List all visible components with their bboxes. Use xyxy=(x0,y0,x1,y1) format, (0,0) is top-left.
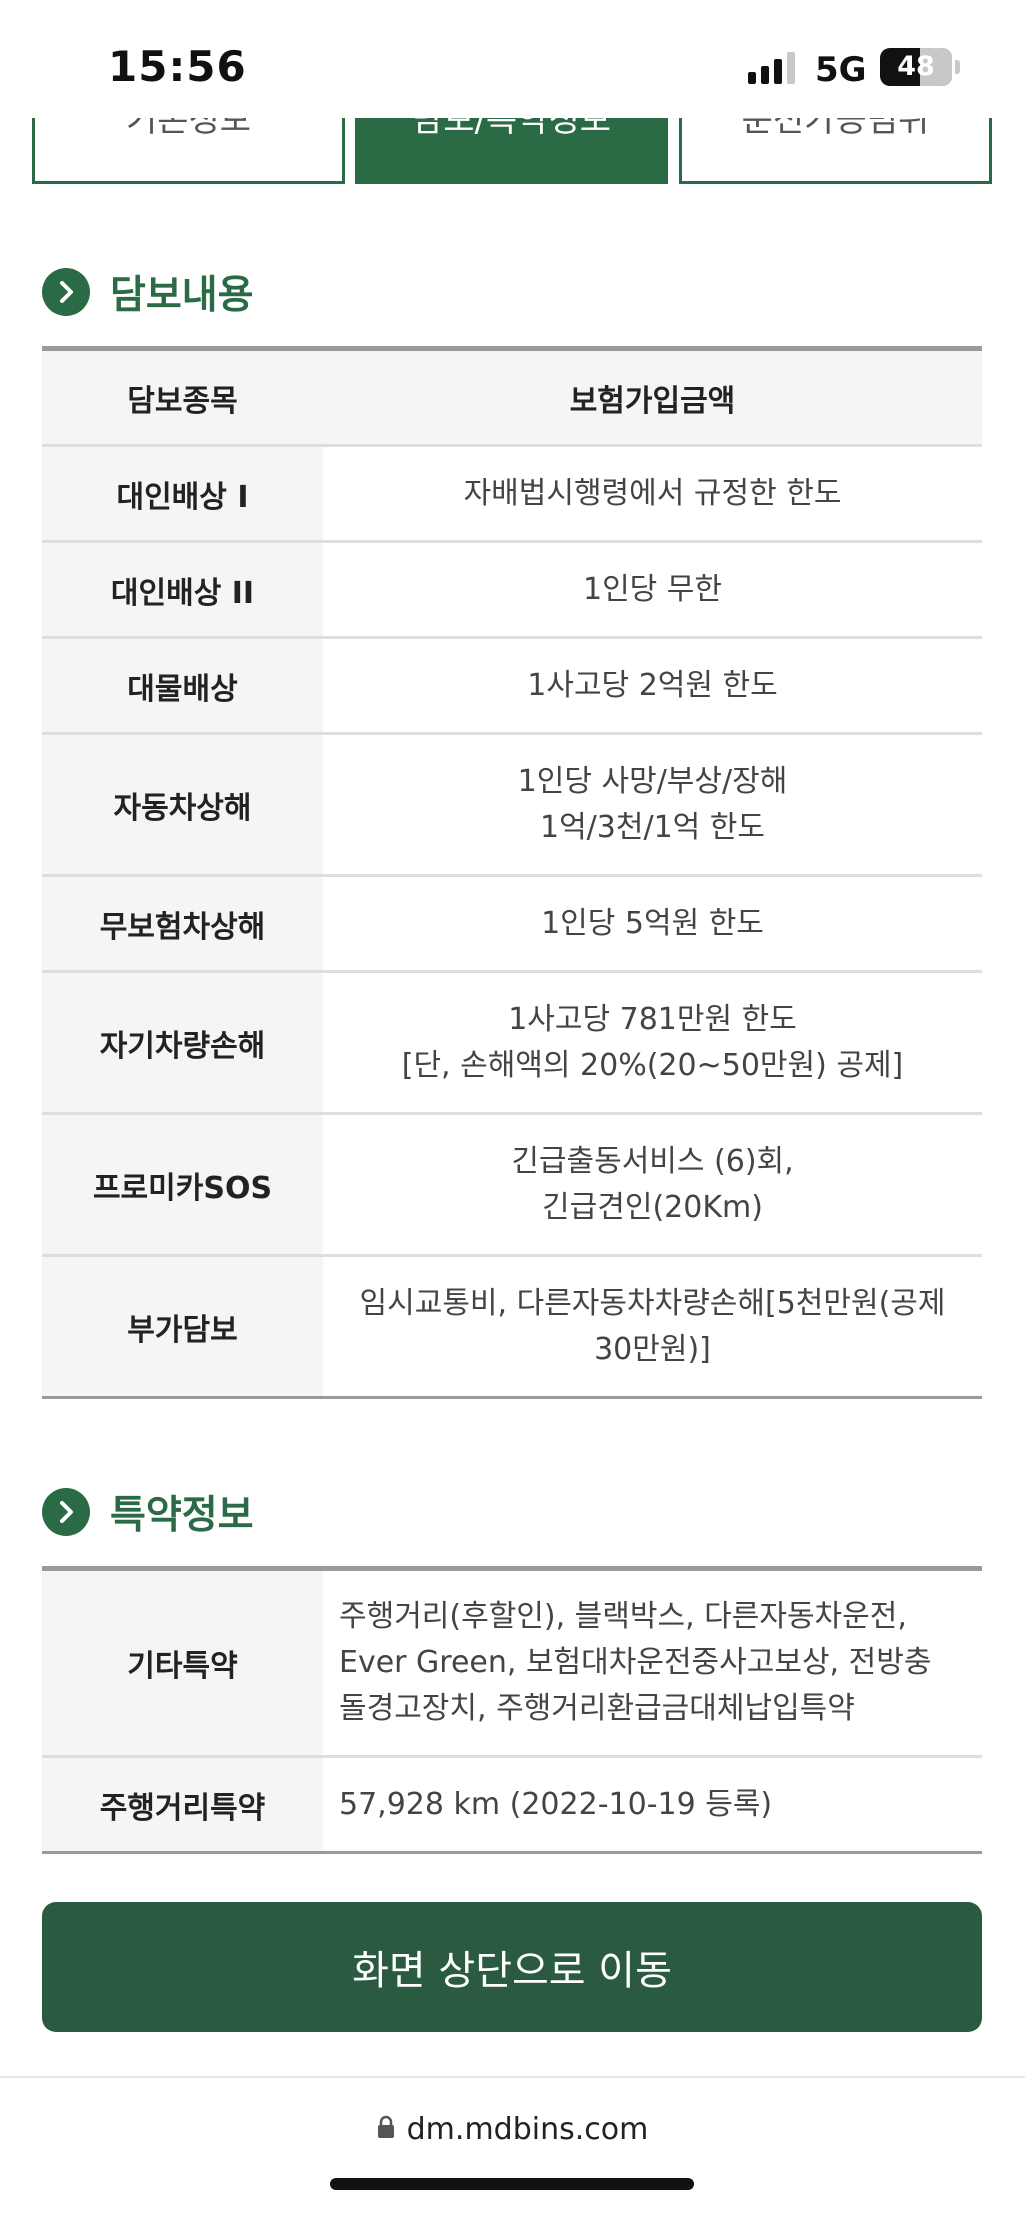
coverage-amount: 1인당 사망/부상/장해 1억/3천/1억 한도 xyxy=(323,733,982,877)
amount-line: 긴급견인(20Km) xyxy=(542,1189,763,1225)
signal-icon xyxy=(748,52,795,84)
coverage-item: 자동차상해 xyxy=(42,733,323,877)
table-row: 대물배상 1사고당 2억원 한도 xyxy=(42,637,982,735)
value-line: Ever Green, 보험대차운전중사고보상, 전방충 xyxy=(339,1645,932,1680)
status-bar: 15:56 5G 48 xyxy=(0,0,1025,130)
amount-line: [단, 손해액의 20%(20~50만원) 공제] xyxy=(401,1047,904,1083)
coverage-amount: 1인당 5억원 한도 xyxy=(323,875,982,973)
battery-tip xyxy=(955,60,960,74)
amount-line: 1사고당 2억원 한도 xyxy=(527,667,778,703)
tab-label: 운전가능범위 xyxy=(741,118,930,140)
special-table: 기타특약 주행거리(후할인), 블랙박스, 다른자동차운전, Ever Gree… xyxy=(42,1566,982,1854)
tab-label: 기본정보 xyxy=(125,118,252,140)
coverage-item: 대인배상 II xyxy=(42,541,323,639)
special-value: 57,928 km (2022-10-19 등록) xyxy=(323,1756,982,1854)
url-display[interactable]: dm.mdbins.com xyxy=(0,2112,1025,2147)
battery-level: 48 xyxy=(897,51,935,82)
amount-line: 1사고당 781만원 한도 xyxy=(508,1001,797,1037)
amount-line: 1인당 사망/부상/장해 xyxy=(517,763,788,799)
table-row: 대인배상 I 자배법시행령에서 규정한 한도 xyxy=(42,445,982,543)
scroll-to-top-button[interactable]: 화면 상단으로 이동 xyxy=(42,1902,982,2032)
amount-line: 1억/3천/1억 한도 xyxy=(539,809,765,845)
status-time: 15:56 xyxy=(108,42,247,91)
tab-basic-info[interactable]: 기본정보 xyxy=(32,118,345,184)
table-row: 자기차량손해 1사고당 781만원 한도 [단, 손해액의 20%(20~50만… xyxy=(42,971,982,1115)
column-header: 보험가입금액 xyxy=(323,348,982,447)
special-value: 주행거리(후할인), 블랙박스, 다른자동차운전, Ever Green, 보험… xyxy=(323,1568,982,1758)
table-row: 기타특약 주행거리(후할인), 블랙박스, 다른자동차운전, Ever Gree… xyxy=(42,1568,982,1758)
column-header: 담보종목 xyxy=(42,348,323,447)
special-item: 기타특약 xyxy=(42,1568,323,1758)
coverage-item: 부가담보 xyxy=(42,1255,323,1399)
amount-line: 30만원)] xyxy=(594,1331,711,1367)
coverage-title: 담보내용 xyxy=(110,273,254,318)
home-indicator[interactable] xyxy=(330,2178,694,2190)
chevron-right-icon xyxy=(42,1488,90,1536)
table-row: 부가담보 임시교통비, 다른자동차차량손해[5천만원(공제 30만원)] xyxy=(42,1255,982,1399)
value-line: 돌경고장치, 주행거리환급금대체납입특약 xyxy=(339,1691,855,1726)
table-row: 자동차상해 1인당 사망/부상/장해 1억/3천/1억 한도 xyxy=(42,733,982,877)
coverage-amount: 1사고당 2억원 한도 xyxy=(323,637,982,735)
coverage-amount: 임시교통비, 다른자동차차량손해[5천만원(공제 30만원)] xyxy=(323,1255,982,1399)
browser-url-bar[interactable]: dm.mdbins.com xyxy=(0,2076,1025,2218)
amount-line: 1인당 5억원 한도 xyxy=(541,905,764,941)
info-tabs: 기본정보 담보/특약정보 운전가능범위 xyxy=(32,118,992,184)
url-text: dm.mdbins.com xyxy=(406,2112,649,2147)
amount-line: 자배법시행령에서 규정한 한도 xyxy=(463,475,842,511)
coverage-amount: 긴급출동서비스 (6)회, 긴급견인(20Km) xyxy=(323,1113,982,1257)
special-item: 주행거리특약 xyxy=(42,1756,323,1854)
coverage-item: 자기차량손해 xyxy=(42,971,323,1115)
lock-icon xyxy=(377,2112,395,2147)
battery-icon: 48 xyxy=(880,48,952,86)
tab-coverage-info[interactable]: 담보/특약정보 xyxy=(355,118,668,184)
amount-line: 1인당 무한 xyxy=(582,571,723,607)
special-section-header: 특약정보 xyxy=(42,1486,254,1538)
coverage-section-header: 담보내용 xyxy=(42,266,254,318)
table-row: 주행거리특약 57,928 km (2022-10-19 등록) xyxy=(42,1756,982,1854)
chevron-right-icon xyxy=(42,268,90,316)
table-row: 프로미카SOS 긴급출동서비스 (6)회, 긴급견인(20Km) xyxy=(42,1113,982,1257)
coverage-item: 무보험차상해 xyxy=(42,875,323,973)
table-row: 대인배상 II 1인당 무한 xyxy=(42,541,982,639)
special-title: 특약정보 xyxy=(110,1493,254,1538)
value-line: 57,928 km (2022-10-19 등록) xyxy=(339,1786,773,1822)
value-line: 주행거리(후할인), 블랙박스, 다른자동차운전, xyxy=(339,1599,907,1634)
coverage-item: 대인배상 I xyxy=(42,445,323,543)
amount-line: 임시교통비, 다른자동차차량손해[5천만원(공제 xyxy=(359,1285,946,1321)
coverage-amount: 1사고당 781만원 한도 [단, 손해액의 20%(20~50만원) 공제] xyxy=(323,971,982,1115)
amount-line: 긴급출동서비스 (6)회, xyxy=(511,1143,794,1179)
tab-driving-range[interactable]: 운전가능범위 xyxy=(679,118,992,184)
network-type: 5G xyxy=(815,50,867,90)
coverage-table: 담보종목 보험가입금액 대인배상 I 자배법시행령에서 규정한 한도 대인배상 … xyxy=(42,346,982,1399)
tab-label: 담보/특약정보 xyxy=(411,118,612,140)
coverage-item: 대물배상 xyxy=(42,637,323,735)
coverage-amount: 1인당 무한 xyxy=(323,541,982,639)
table-header-row: 담보종목 보험가입금액 xyxy=(42,348,982,447)
coverage-item: 프로미카SOS xyxy=(42,1113,323,1257)
coverage-amount: 자배법시행령에서 규정한 한도 xyxy=(323,445,982,543)
table-row: 무보험차상해 1인당 5억원 한도 xyxy=(42,875,982,973)
